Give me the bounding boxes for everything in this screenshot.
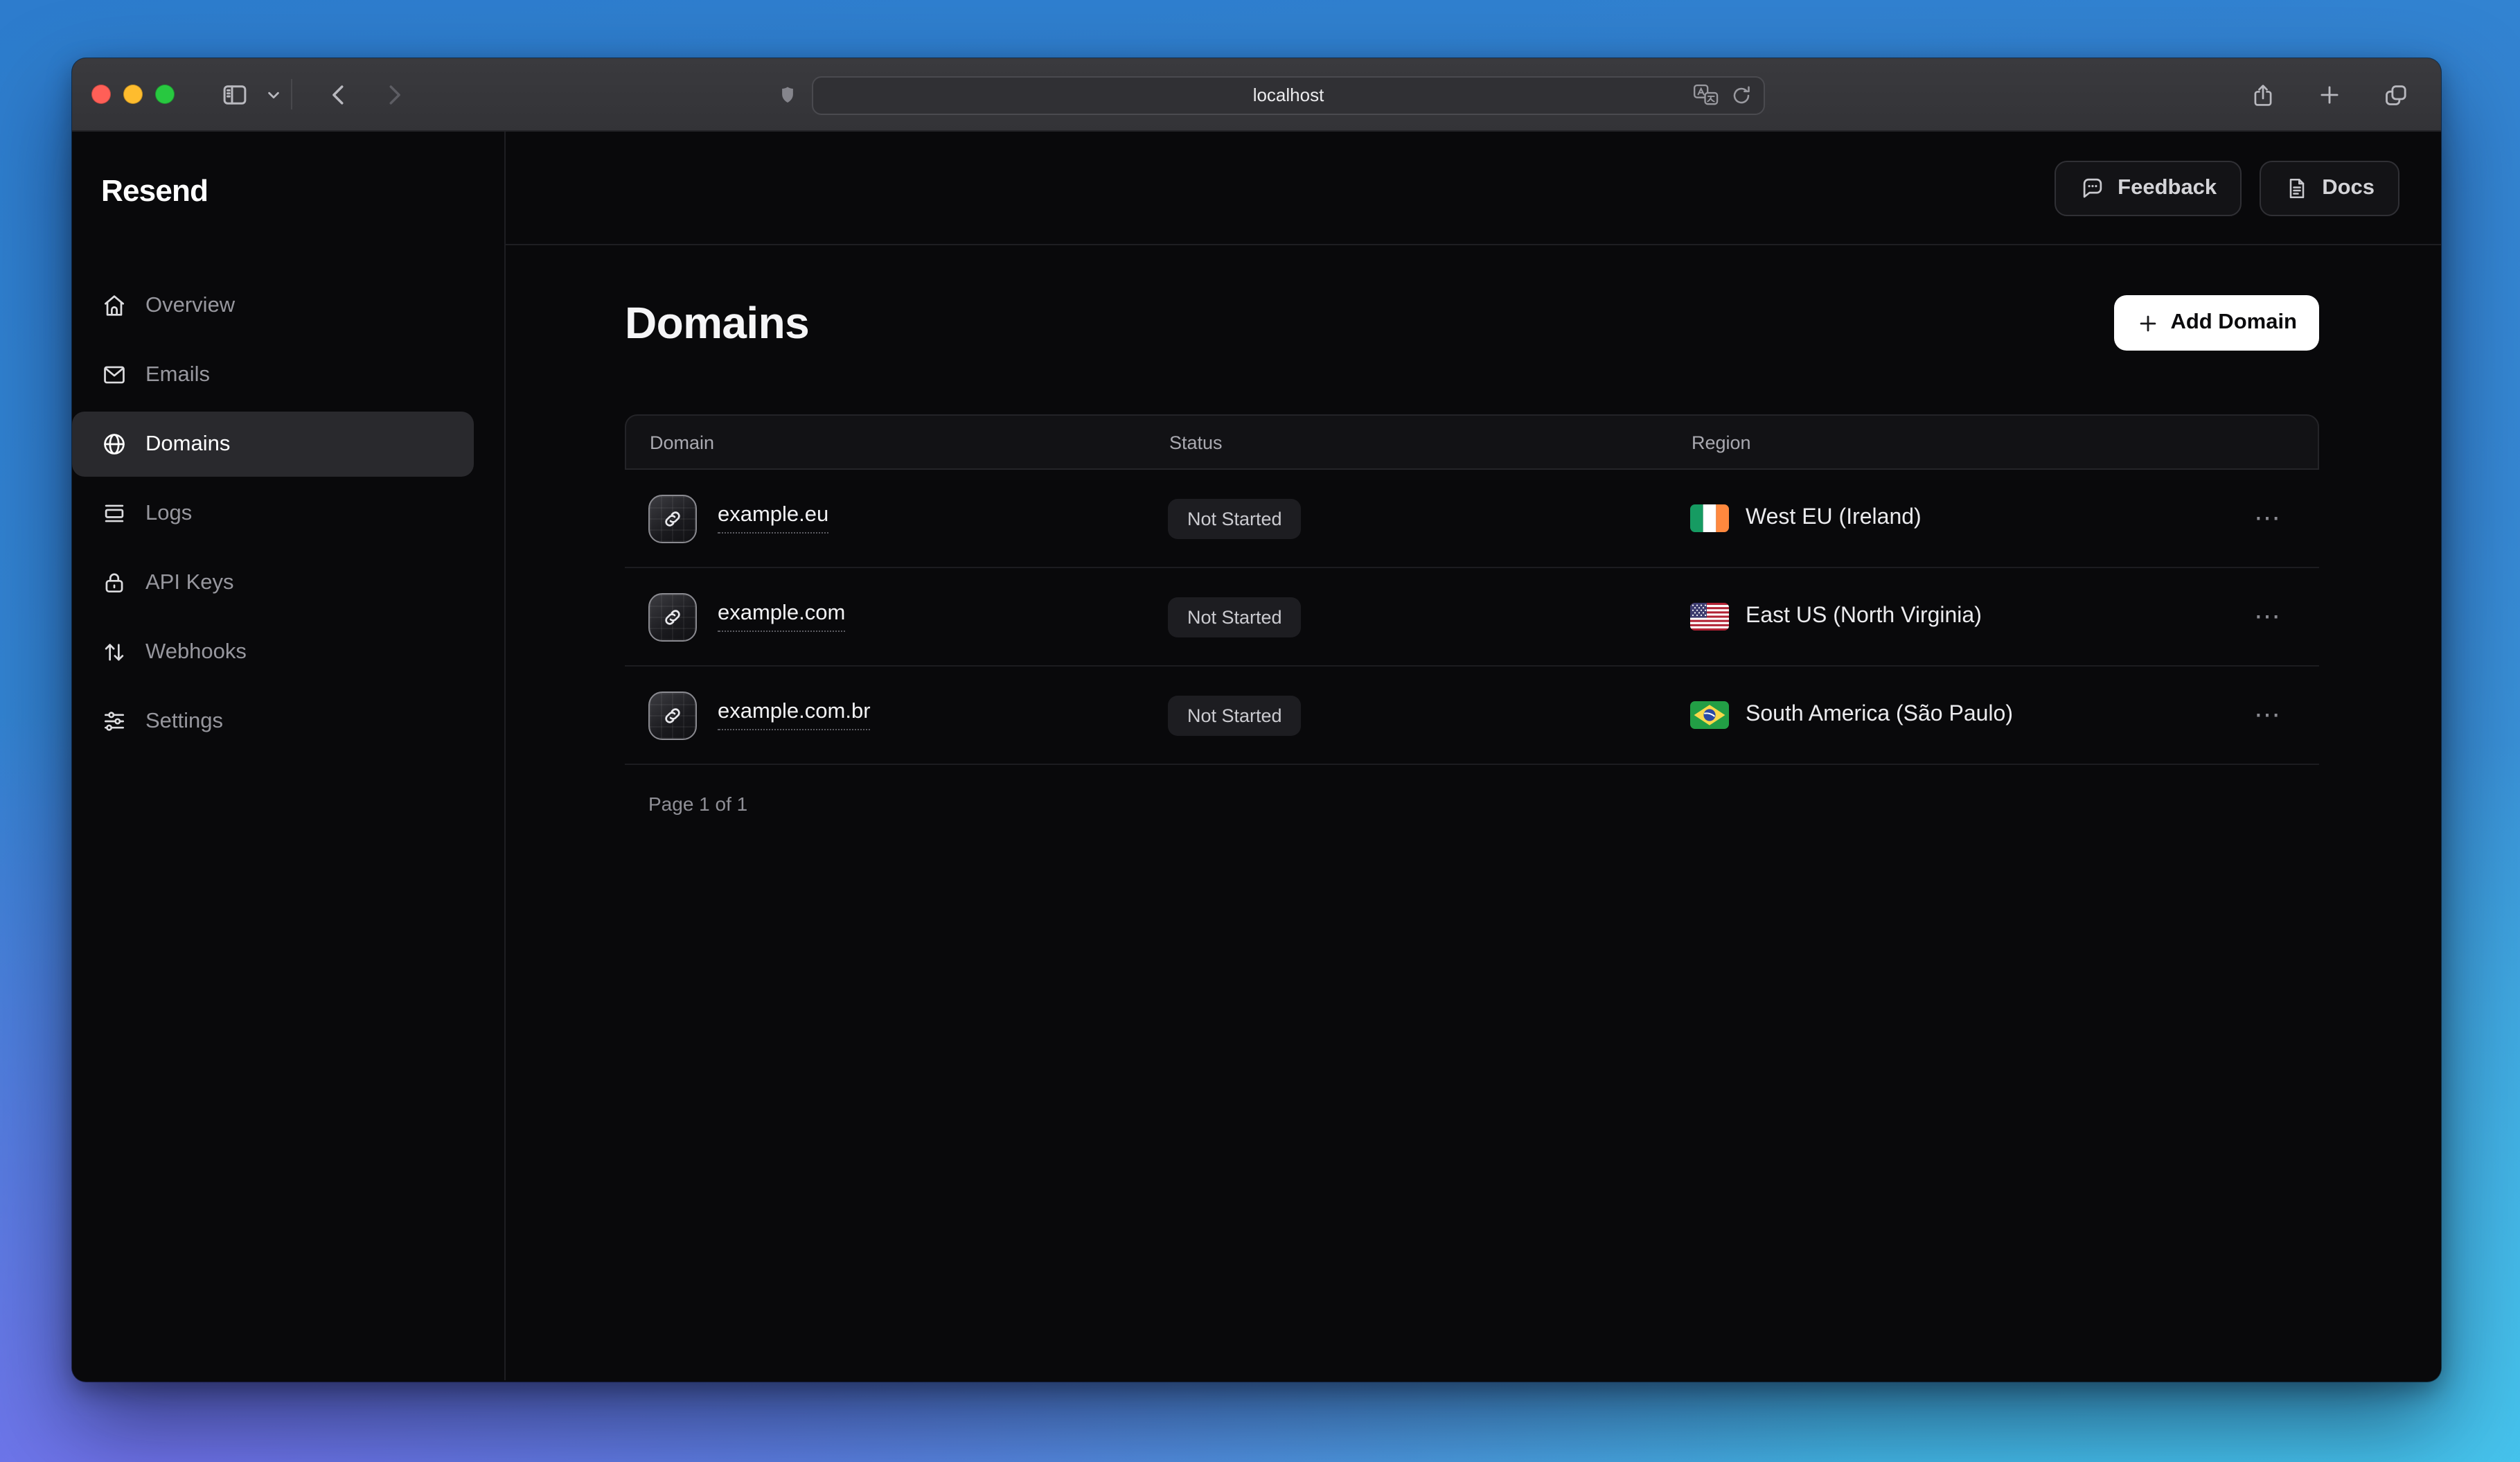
privacy-shield-icon [777, 83, 798, 107]
region-label: East US (North Virginia) [1746, 604, 1982, 629]
domain-link[interactable]: example.com.br [718, 700, 871, 730]
row-menu-button[interactable]: ⋯ [2230, 502, 2319, 534]
domain-link[interactable]: example.eu [718, 503, 828, 534]
chevron-right-icon [380, 81, 407, 107]
region-label: South America (São Paulo) [1746, 703, 2013, 728]
tab-overview-button[interactable] [2372, 71, 2419, 118]
chevron-left-icon [325, 81, 351, 107]
arrows-icon [101, 639, 127, 665]
link-icon [648, 592, 697, 641]
home-icon [101, 292, 127, 319]
new-tab-button[interactable] [2305, 71, 2352, 118]
pagination-label: Page 1 of 1 [625, 793, 2319, 815]
close-button[interactable] [91, 85, 111, 104]
browser-window: localhost [72, 58, 2441, 1382]
back-button[interactable] [314, 71, 362, 118]
app-root: Resend Overview Emails [72, 132, 2441, 1380]
add-domain-button[interactable]: Add Domain [2113, 295, 2319, 351]
sidebar-item-domains[interactable]: Domains [72, 412, 474, 477]
sidebar-item-webhooks[interactable]: Webhooks [72, 619, 474, 685]
column-header-domain: Domain [626, 432, 1169, 452]
share-icon [2249, 81, 2275, 109]
sidebar-item-label: Domains [145, 432, 230, 457]
app-header: Feedback Docs [506, 132, 2441, 245]
page-content: Domains Add Domain Domain Status Re [506, 245, 2441, 815]
sidebar-item-emails[interactable]: Emails [72, 342, 474, 407]
sidebar-item-label: Webhooks [145, 640, 247, 664]
sidebar: Resend Overview Emails [72, 132, 506, 1380]
share-button[interactable] [2239, 71, 2286, 118]
sidebar-item-overview[interactable]: Overview [72, 273, 474, 338]
column-header-status: Status [1169, 432, 1692, 452]
plus-icon [2136, 311, 2159, 335]
table-body: example.eu Not Started West EU (Ireland)… [625, 470, 2319, 765]
column-header-region: Region [1692, 432, 2229, 452]
status-badge: Not Started [1168, 695, 1302, 735]
ellipsis-icon: ⋯ [2254, 602, 2282, 631]
domains-table: Domain Status Region example.eu Not Star… [625, 414, 2319, 765]
sidebar-nav: Overview Emails Domains [72, 273, 504, 754]
sidebar-toggle-button[interactable] [211, 71, 258, 118]
docs-button[interactable]: Docs [2260, 160, 2399, 215]
sidebar-item-settings[interactable]: Settings [72, 689, 474, 754]
chevron-down-icon [265, 87, 281, 102]
row-menu-button[interactable]: ⋯ [2230, 601, 2319, 633]
sidebar-item-label: API Keys [145, 570, 234, 595]
resend-logo: Resend [72, 173, 504, 209]
feedback-button[interactable]: Feedback [2054, 160, 2242, 215]
sidebar-item-label: Emails [145, 362, 210, 387]
feedback-button-label: Feedback [2118, 175, 2217, 200]
address-url: localhost [1253, 85, 1324, 105]
toolbar-divider [291, 79, 292, 109]
sidebar-item-label: Logs [145, 501, 192, 526]
forward-button[interactable] [370, 71, 417, 118]
address-bar[interactable]: localhost [812, 76, 1765, 114]
row-menu-button[interactable]: ⋯ [2230, 699, 2319, 731]
flag-br-icon [1690, 701, 1729, 729]
logs-icon [101, 500, 127, 527]
maximize-button[interactable] [155, 85, 175, 104]
document-icon [2284, 175, 2309, 200]
sidebar-toggle-icon [220, 80, 249, 109]
table-header: Domain Status Region [625, 414, 2319, 470]
table-row[interactable]: example.com Not Started East US (North V… [625, 568, 2319, 667]
lock-icon [101, 570, 127, 596]
sidebar-item-label: Overview [145, 293, 235, 318]
main-area: Feedback Docs Domains [506, 132, 2441, 1380]
link-icon [648, 494, 697, 543]
tabs-icon [2381, 81, 2409, 109]
flag-us-icon [1690, 603, 1729, 631]
table-row[interactable]: example.eu Not Started West EU (Ireland)… [625, 470, 2319, 568]
mail-icon [101, 362, 127, 388]
docs-button-label: Docs [2322, 175, 2375, 200]
page-title: Domains [625, 297, 809, 349]
minimize-button[interactable] [123, 85, 143, 104]
sidebar-item-logs[interactable]: Logs [72, 481, 474, 546]
ellipsis-icon: ⋯ [2254, 701, 2282, 730]
feedback-bubble-icon [2079, 175, 2105, 201]
translate-icon[interactable] [1693, 83, 1719, 107]
sidebar-item-label: Settings [145, 709, 223, 734]
status-badge: Not Started [1168, 498, 1302, 538]
table-row[interactable]: example.com.br Not Started South America… [625, 667, 2319, 765]
globe-icon [101, 431, 127, 457]
flag-ie-icon [1690, 504, 1729, 532]
status-badge: Not Started [1168, 597, 1302, 637]
sidebar-item-api-keys[interactable]: API Keys [72, 550, 474, 615]
add-domain-button-label: Add Domain [2170, 310, 2297, 335]
desktop-background: localhost [0, 0, 2520, 1462]
reload-icon[interactable] [1730, 84, 1753, 106]
browser-titlebar: localhost [72, 58, 2441, 132]
region-label: West EU (Ireland) [1746, 506, 1922, 531]
link-icon [648, 691, 697, 739]
sliders-icon [101, 708, 127, 734]
plus-icon [2316, 82, 2342, 108]
window-controls [91, 85, 175, 104]
domain-link[interactable]: example.com [718, 601, 845, 632]
ellipsis-icon: ⋯ [2254, 504, 2282, 533]
sidebar-menu-chevron[interactable] [258, 71, 288, 118]
